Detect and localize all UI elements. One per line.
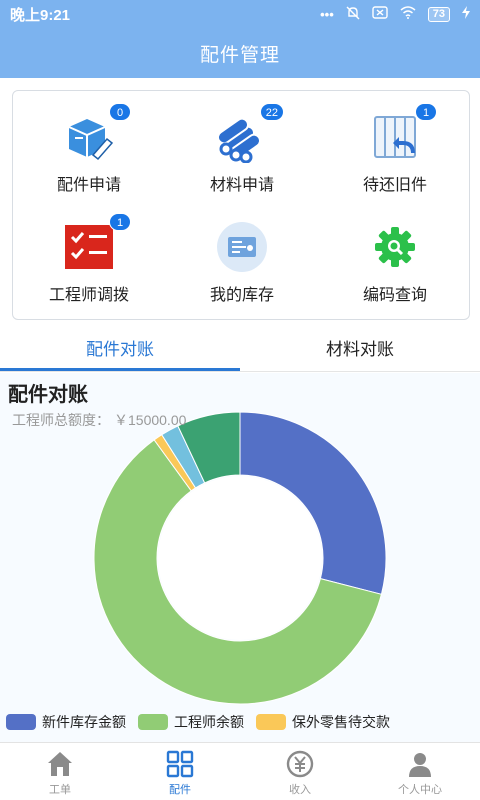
page-title: 配件管理 — [199, 45, 280, 66]
legend-label: 工程师余额 — [174, 714, 244, 730]
function-grid: 0 配件申请 22 材料申请 1 待还旧件 1 工程师调拨 我的库存 编码查询 — [12, 90, 470, 320]
return-parts-icon: 1 — [369, 103, 437, 163]
nav-label: 个人中心 — [398, 784, 442, 796]
grid-item-label: 编码查询 — [362, 287, 427, 304]
grid-badge: 22 — [259, 103, 284, 121]
grid-item-label: 材料申请 — [209, 177, 274, 194]
grid-item-label: 待还旧件 — [362, 177, 427, 194]
box-pencil-icon: 0 — [63, 103, 131, 163]
nav-item-income[interactable]: 收入 — [240, 743, 360, 800]
legend-swatch — [256, 714, 286, 730]
grid-badge: 1 — [109, 213, 131, 231]
quota-value: ￥15000.00 — [114, 412, 187, 428]
grid-item-part-request[interactable]: 0 配件申请 — [13, 91, 165, 201]
tab-material-reconciliation[interactable]: 材料对账 — [240, 330, 480, 371]
charging-icon — [462, 6, 470, 22]
donut-hole — [158, 476, 322, 640]
bottom-nav: 工单 配件 收入 个人中心 — [0, 742, 480, 800]
legend-item[interactable]: 保外零售待交款 — [256, 712, 390, 732]
status-icons: ••• 73 — [320, 6, 470, 23]
wifi-icon — [400, 6, 416, 22]
home-icon — [48, 752, 72, 776]
inventory-card-icon — [216, 221, 268, 273]
nav-label: 收入 — [289, 784, 311, 796]
grid-item-my-inventory[interactable]: 我的库存 — [166, 201, 318, 311]
legend-item[interactable]: 新件库存金额 — [6, 712, 126, 732]
grid-item-engineer-transfer[interactable]: 1 工程师调拨 — [13, 201, 165, 311]
grid-item-label: 工程师调拨 — [48, 287, 129, 304]
section-title: 配件对账 — [8, 384, 88, 406]
grid-item-return-old-parts[interactable]: 1 待还旧件 — [319, 91, 471, 201]
app-header: 晚上9:21 ••• 73 配件管理 — [0, 0, 480, 78]
tab-part-reconciliation[interactable]: 配件对账 — [0, 330, 240, 371]
status-bar: 晚上9:21 ••• 73 — [0, 0, 480, 28]
reconciliation-tabs: 配件对账 材料对账 — [0, 330, 480, 372]
legend-label: 新件库存金额 — [42, 714, 126, 730]
chart-legend: 新件库存金额 工程师余额 保外零售待交款 — [6, 712, 390, 732]
grid-item-material-request[interactable]: 22 材料申请 — [166, 91, 318, 201]
sim-off-icon — [372, 6, 388, 22]
nav-item-profile[interactable]: 个人中心 — [360, 743, 480, 800]
quota-text: 工程师总额度： ￥15000.00 — [8, 410, 186, 430]
legend-swatch — [6, 714, 36, 730]
reconciliation-section: 配件对账 工程师总额度： ￥15000.00 新件库存金额 工程师余额 保外零售待… — [0, 373, 480, 743]
nav-label: 工单 — [49, 784, 71, 796]
grid-badge: 1 — [415, 103, 437, 121]
nav-item-parts[interactable]: 配件 — [120, 743, 240, 800]
quota-label: 工程师总额度： — [12, 412, 110, 428]
legend-swatch — [138, 714, 168, 730]
grid-item-code-query[interactable]: 编码查询 — [319, 201, 471, 311]
status-time: 晚上9:21 — [10, 6, 71, 24]
person-icon — [409, 753, 431, 777]
grid-item-label: 我的库存 — [209, 287, 274, 304]
legend-label: 保外零售待交款 — [292, 714, 390, 730]
yuan-icon — [286, 750, 314, 778]
gear-search-icon — [369, 221, 421, 273]
legend-item[interactable]: 工程师余额 — [138, 712, 244, 732]
checklist-icon: 1 — [63, 213, 131, 273]
grid-icon — [166, 750, 194, 778]
grid-item-label: 配件申请 — [56, 177, 121, 194]
grid-badge: 0 — [109, 103, 131, 121]
nav-item-work-orders[interactable]: 工单 — [0, 743, 120, 800]
nav-label: 配件 — [169, 784, 191, 796]
battery-icon: 73 — [427, 6, 450, 22]
pipes-icon: 22 — [216, 103, 284, 164]
mute-bell-icon — [346, 6, 360, 23]
more-dots-icon: ••• — [320, 6, 334, 22]
